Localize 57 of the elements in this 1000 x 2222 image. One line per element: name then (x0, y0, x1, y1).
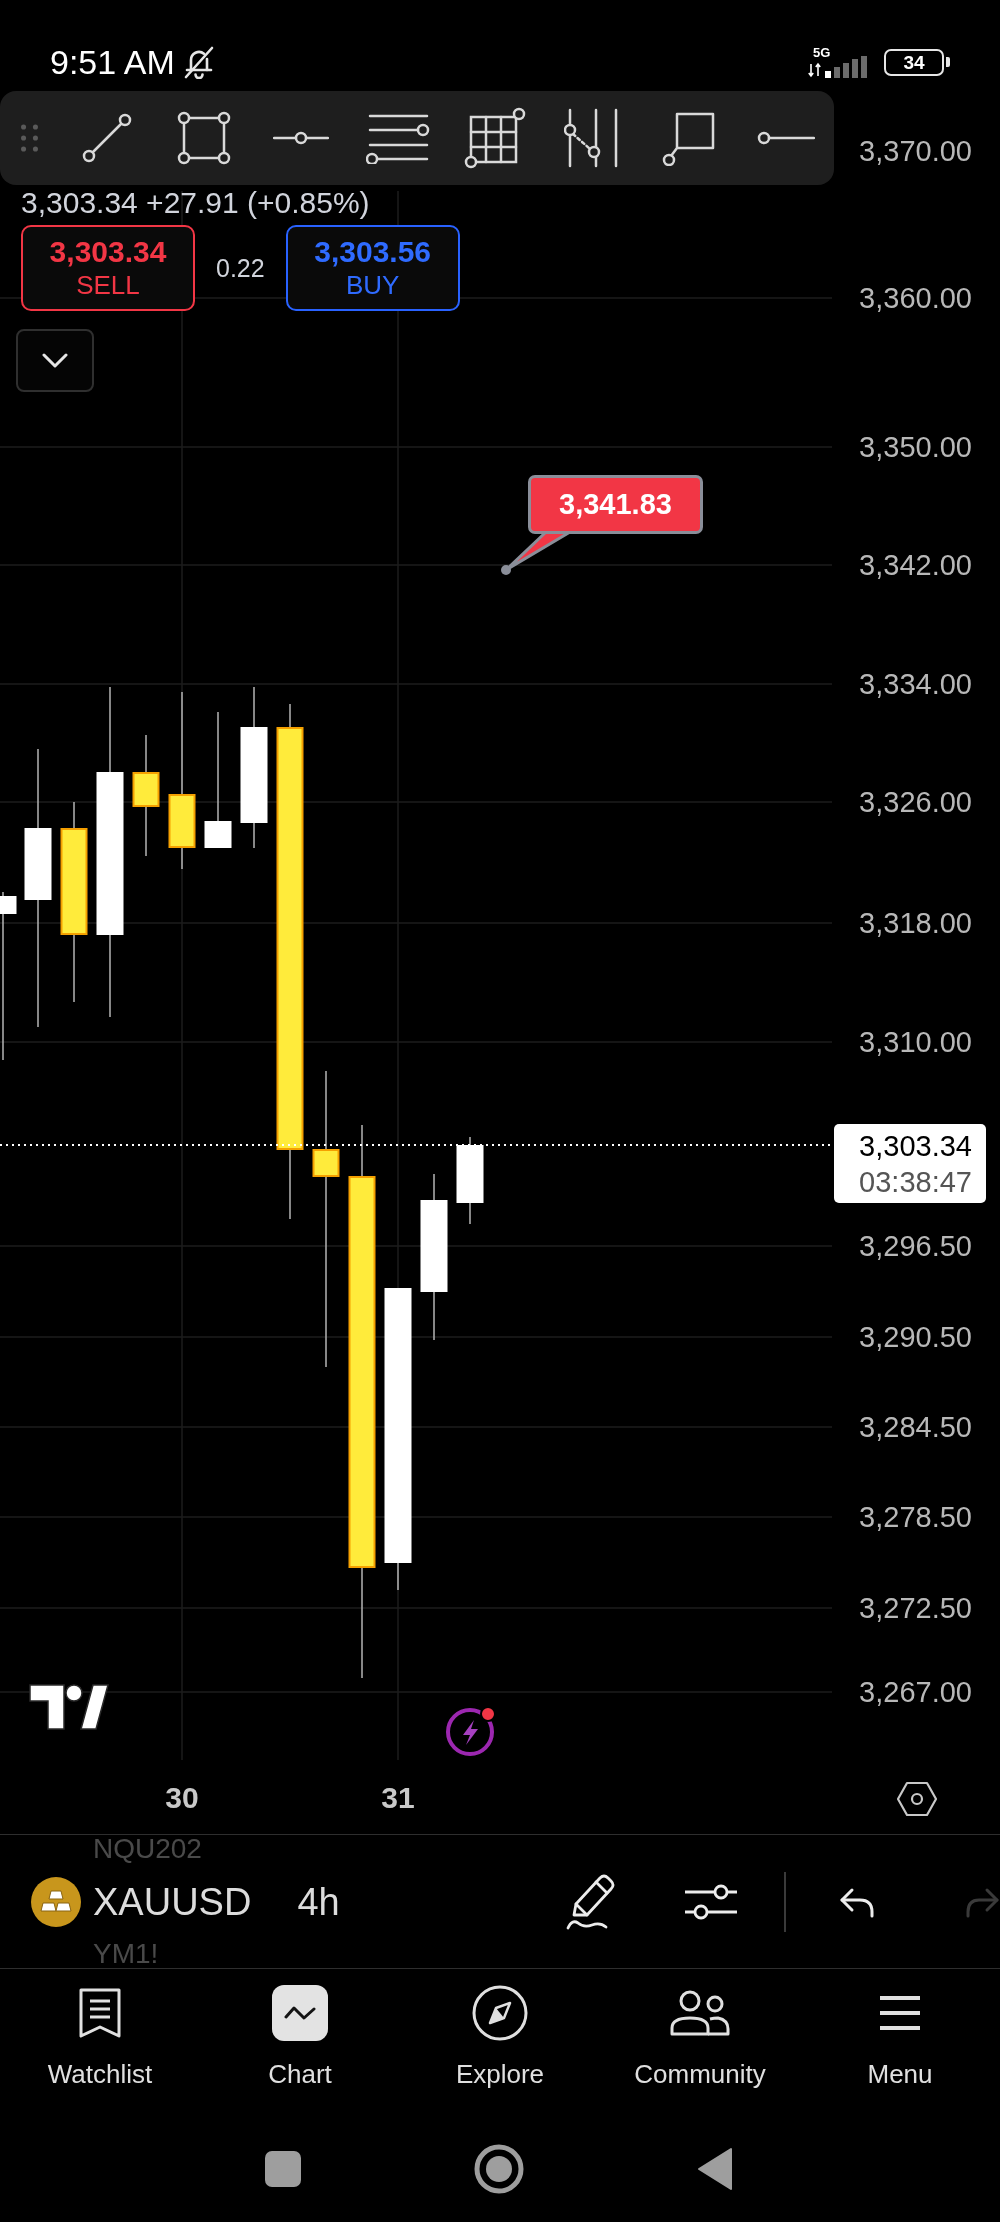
vertical-lines-icon[interactable] (563, 108, 620, 168)
chevron-down-icon (42, 353, 68, 368)
ingot-coin-icon (31, 1876, 81, 1927)
rectangle-icon[interactable] (176, 111, 231, 165)
time-axis-label: 30 (165, 1780, 199, 1816)
logo-icon (29, 1683, 109, 1731)
price-axis-label: 3,310.00 (859, 1025, 972, 1060)
price-axis-label: 3,284.50 (859, 1410, 972, 1445)
trend-line-icon[interactable] (81, 113, 132, 163)
nav-tab[interactable]: Chart (200, 1969, 400, 2115)
grid-icon[interactable] (463, 107, 526, 169)
price-axis-label: 3,370.00 (859, 134, 972, 169)
bar-countdown: 03:38:47 (859, 1164, 972, 1200)
signal-icon (808, 56, 870, 78)
current-price: 3,303.34 (859, 1128, 972, 1164)
drag-handle-icon[interactable] (21, 122, 38, 154)
parallel-lines-icon[interactable] (365, 112, 430, 164)
price-axis-label: 3,360.00 (859, 281, 972, 316)
horizontal-line-icon[interactable] (272, 131, 329, 145)
collapse-button[interactable] (16, 329, 94, 392)
bookmark-list-icon (78, 1987, 122, 2039)
price-change-summary: 3,303.34 +27.91 (+0.85%) (21, 187, 370, 219)
bell-off-icon (182, 45, 215, 79)
symbol-name[interactable]: XAUUSD (93, 1879, 252, 1924)
interval-button[interactable]: 4h (297, 1879, 340, 1924)
people-icon (670, 1990, 730, 2036)
price-axis-label: 3,326.00 (859, 785, 972, 820)
nav-tab[interactable]: Watchlist (0, 1969, 200, 2115)
price-axis-label: 3,350.00 (859, 430, 972, 465)
clock-time: 9:51 AM (50, 45, 175, 79)
time-axis-label: 31 (381, 1780, 415, 1816)
network-type: 5G (813, 46, 831, 59)
spread-value: 0.22 (216, 253, 265, 283)
back-icon[interactable] (697, 2146, 733, 2191)
price-axis-label: 3,342.00 (859, 548, 972, 583)
nav-tab[interactable]: Explore (400, 1969, 600, 2115)
sell-button[interactable]: 3,303.34 SELL (21, 225, 195, 311)
price-axis-label: 3,272.50 (859, 1591, 972, 1626)
price-axis-label: 3,334.00 (859, 667, 972, 702)
pencil-icon[interactable] (566, 1872, 616, 1931)
buy-button[interactable]: 3,303.56 BUY (285, 225, 460, 311)
nav-tab[interactable]: Community (600, 1969, 800, 2115)
price-axis-label: 3,278.50 (859, 1500, 972, 1535)
compass-icon (472, 1985, 528, 2041)
recents-icon[interactable] (265, 2150, 301, 2187)
speech-bubble-icon[interactable] (661, 110, 716, 166)
price-axis-label: 3,296.50 (859, 1229, 972, 1264)
menu-icon (878, 1995, 922, 2031)
home-icon[interactable] (474, 2143, 524, 2194)
price-axis-label: 3,318.00 (859, 906, 972, 941)
price-axis-label: 3,267.00 (859, 1675, 972, 1710)
battery-indicator: 34 (884, 48, 950, 76)
line-chart-icon (272, 1985, 328, 2041)
settings-icon[interactable] (897, 1781, 937, 1817)
horizontal-ray-icon[interactable] (756, 131, 815, 145)
nav-tab[interactable]: Menu (800, 1969, 1000, 2115)
price-axis-label: 3,290.50 (859, 1320, 972, 1355)
